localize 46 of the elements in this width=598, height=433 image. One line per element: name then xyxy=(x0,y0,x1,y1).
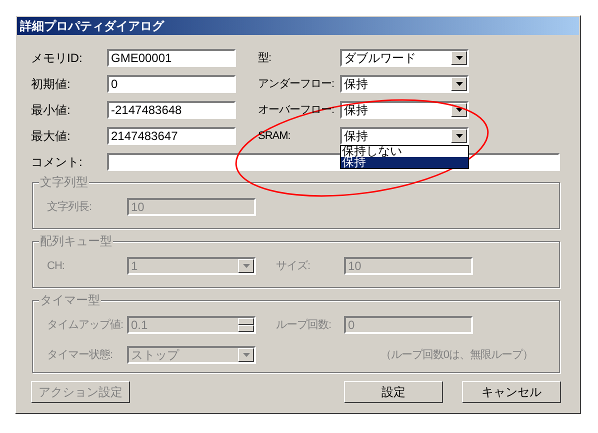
dropdown-value: 保持 xyxy=(344,130,368,142)
dialog-button[interactable]: 設定 xyxy=(344,381,443,403)
dialog-button[interactable]: キャンセル xyxy=(462,381,561,403)
field-label: コメント: xyxy=(31,154,84,171)
caret-icon xyxy=(456,108,462,112)
dropdown-button[interactable] xyxy=(451,51,467,65)
field-label: タイムアップ値: xyxy=(47,318,124,333)
group-title: 文字列型 xyxy=(39,175,89,189)
field-label: 最小値: xyxy=(31,102,72,119)
dropdown-field[interactable]: 保持 xyxy=(340,101,469,119)
caret-icon xyxy=(456,82,462,86)
group-title: 配列キュー型 xyxy=(39,234,113,248)
field-label: 初期値: xyxy=(31,76,72,93)
dropdown-option[interactable]: 保持しない xyxy=(341,146,468,157)
field-label: メモリID: xyxy=(31,50,84,67)
note-text: （ループ回数0は、無限ループ） xyxy=(380,348,533,363)
dropdown-field[interactable]: ダブルワード xyxy=(340,49,469,67)
field-label: CH: xyxy=(47,258,66,274)
window-title: 詳細プロパティダイアログ xyxy=(20,20,164,32)
input-field[interactable]: GME00001 xyxy=(107,49,236,67)
field-label: 型: xyxy=(258,50,272,66)
dropdown-button[interactable] xyxy=(451,77,467,91)
field-label: SRAM: xyxy=(258,128,292,144)
spinner-value: 0.1 xyxy=(131,319,148,331)
field-label: サイズ: xyxy=(276,258,312,274)
caret-icon xyxy=(456,56,462,60)
dropdown-field[interactable]: 保持 xyxy=(340,127,469,145)
caret-icon xyxy=(242,264,250,268)
field-label: 最大値: xyxy=(31,128,72,145)
input-field[interactable]: -2147483648 xyxy=(107,101,236,119)
dropdown-value: 保持 xyxy=(344,104,368,116)
caret-icon xyxy=(456,134,462,138)
dropdown-button[interactable] xyxy=(451,129,467,143)
dropdown-value: ダブルワード xyxy=(344,52,416,64)
dropdown-value: 1 xyxy=(131,260,138,272)
group-title: タイマー型 xyxy=(39,293,101,307)
dropdown-option[interactable]: 保持 xyxy=(341,157,468,168)
input-field[interactable]: 0 xyxy=(107,75,236,93)
field-label: タイマー状態: xyxy=(47,348,114,363)
dropdown-field[interactable]: 保持 xyxy=(340,75,469,93)
caret-icon xyxy=(242,353,250,357)
field-label: ループ回数: xyxy=(276,318,332,333)
dropdown-value: 保持 xyxy=(344,78,368,90)
input-field[interactable]: 2147483647 xyxy=(107,127,236,145)
field-label: 文字列長: xyxy=(47,200,93,215)
field-label: アンダーフロー: xyxy=(258,76,336,92)
